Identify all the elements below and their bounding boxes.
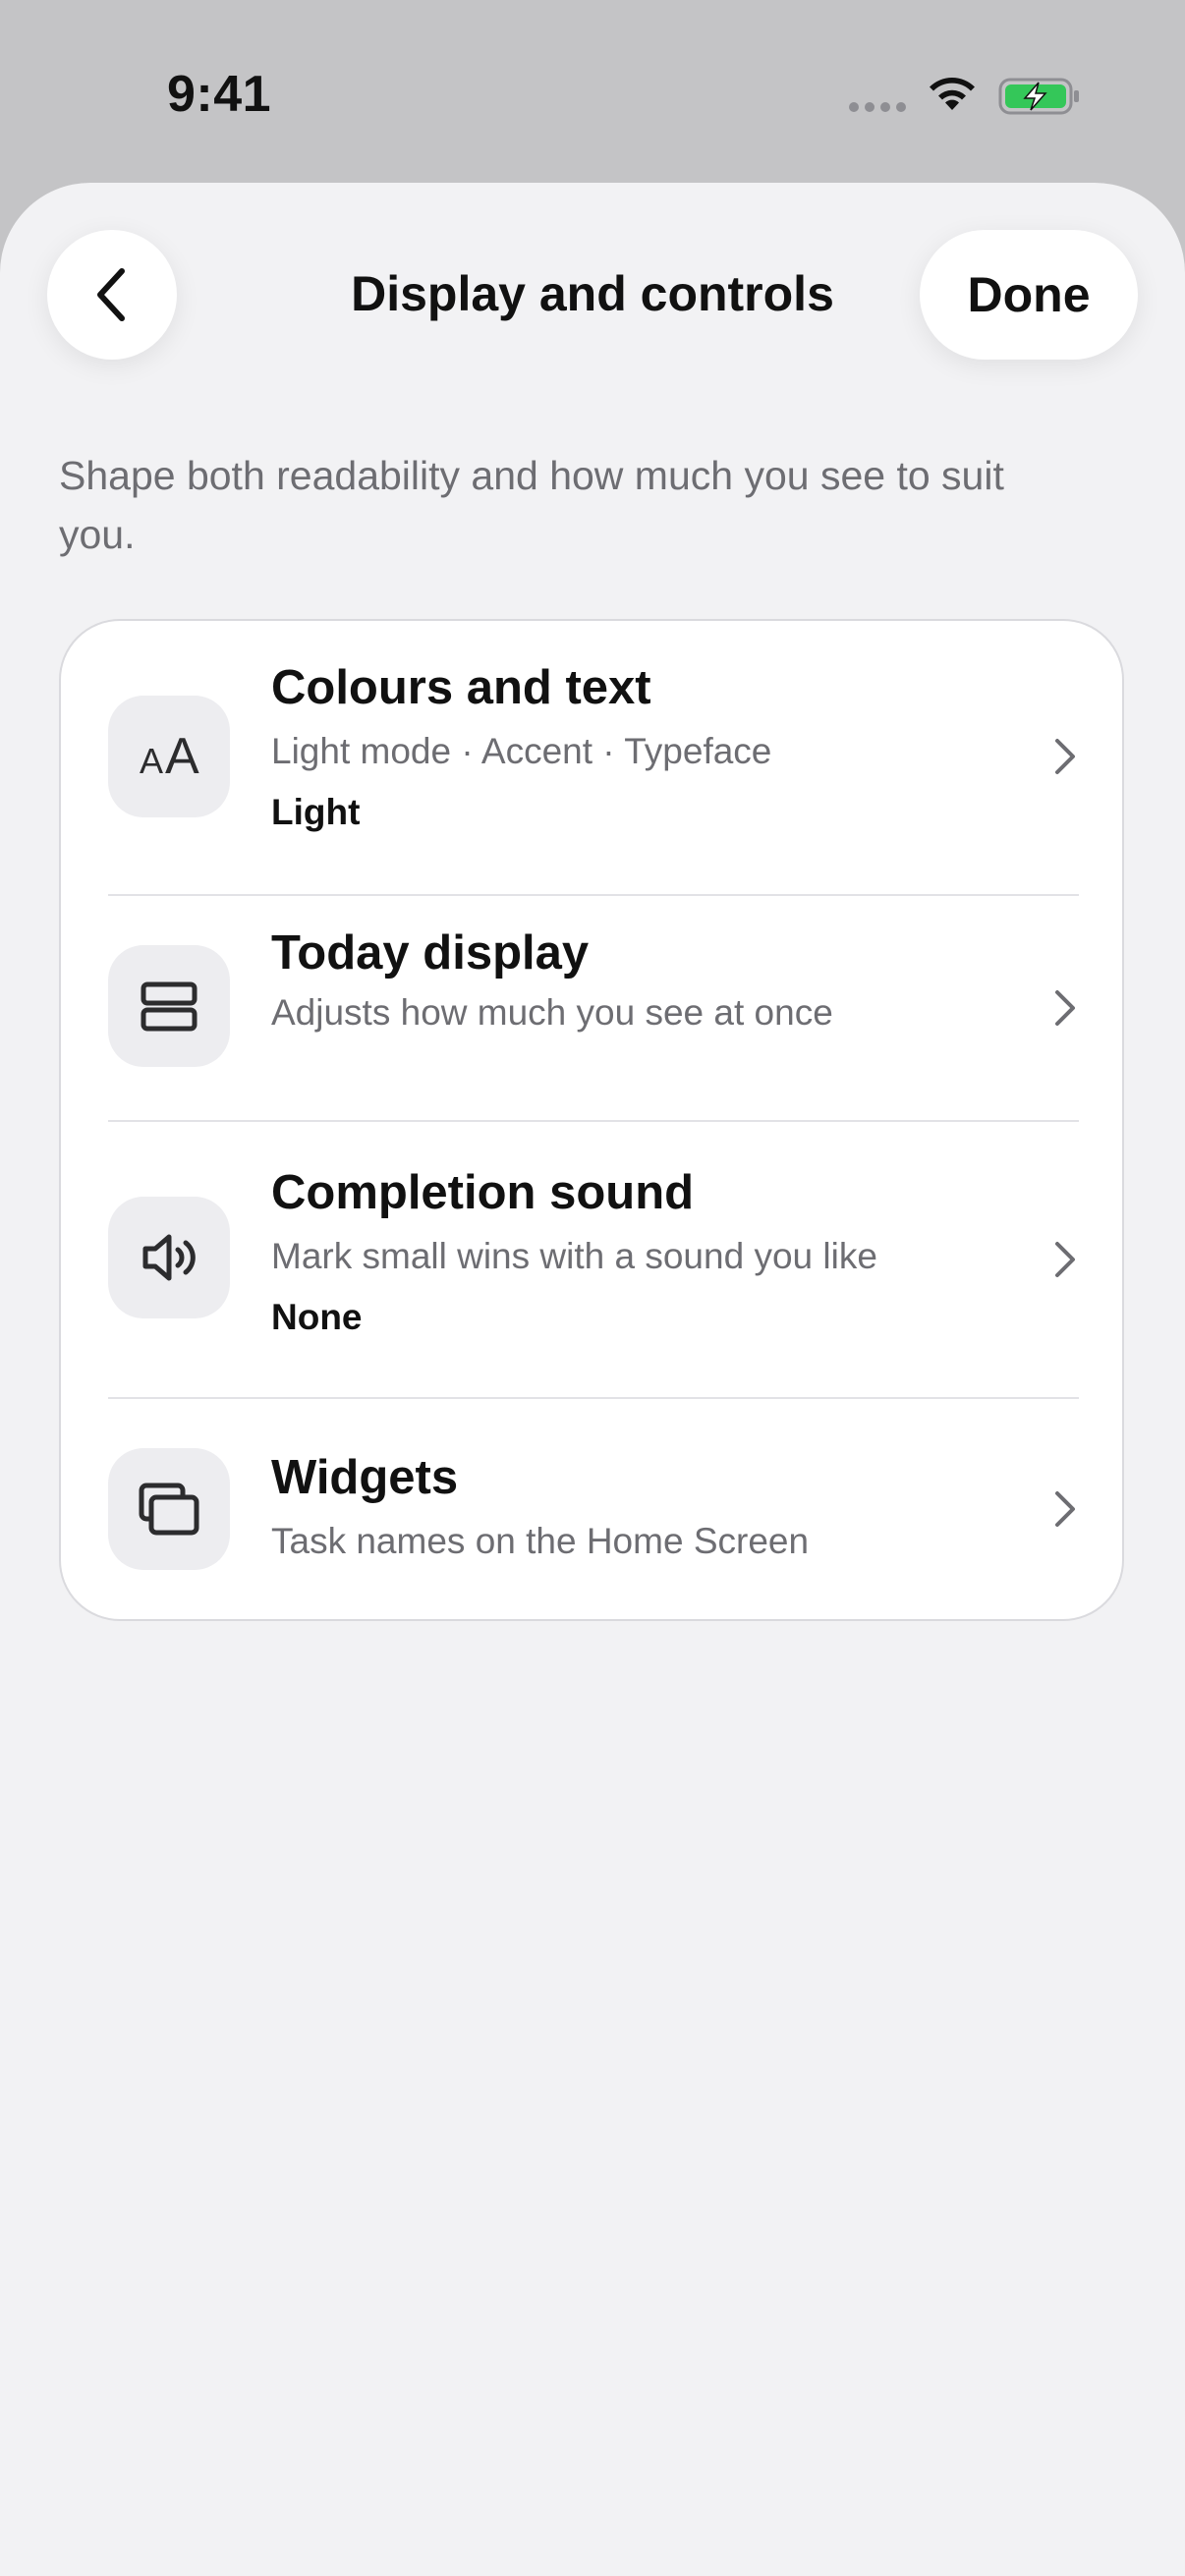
row-subtitle: Task names on the Home Screen [271,1521,810,1561]
settings-card: A A Colours and text Light mode · Accent… [59,619,1124,1621]
row-title: Today display [271,926,590,980]
row-title: Colours and text [271,661,651,714]
chevron-right-icon [1055,739,1075,774]
settings-row-colours-and-text[interactable]: A A Colours and text Light mode · Accent… [61,621,1122,894]
chevron-right-icon [1055,990,1075,1026]
page-description: Shape both readability and how much you … [59,453,1004,557]
settings-row-today-display[interactable]: Today display Adjusts how much you see a… [61,896,1122,1120]
settings-row-widgets[interactable]: Widgets Task names on the Home Screen [61,1399,1122,1619]
page-title: Display and controls [351,266,834,321]
screen: 9:41 Display and controls Done Shape bot… [0,0,1185,2576]
text-size-small-a: A [140,741,163,781]
text-size-icon: A A [108,696,230,817]
back-button[interactable] [47,230,177,360]
text-size-large-a: A [165,728,199,785]
chevron-left-icon [97,268,125,321]
row-subtitle: Mark small wins with a sound you like [271,1236,877,1276]
row-title: Widgets [271,1451,459,1504]
row-subtitle: Adjusts how much you see at once [271,992,833,1033]
status-bar: 9:41 [0,0,1185,187]
chevron-right-icon [1055,1491,1075,1527]
wifi-icon [930,77,975,110]
row-title: Completion sound [271,1166,695,1219]
status-time: 9:41 [167,66,272,123]
row-value: Light [271,792,361,832]
battery-charging-icon [998,78,1079,115]
row-value: None [271,1297,363,1337]
chevron-right-icon [1055,1242,1075,1277]
layout-rows-icon [108,945,230,1067]
settings-row-completion-sound[interactable]: Completion sound Mark small wins with a … [61,1122,1122,1397]
speaker-icon [108,1197,230,1318]
settings-sheet: Display and controls Done Shape both rea… [0,183,1185,2576]
row-subtitle: Light mode · Accent · Typeface [271,731,772,771]
cellular-signal-icon [849,102,906,112]
done-button[interactable]: Done [920,230,1138,360]
widgets-icon [108,1448,230,1570]
navigation-bar: Display and controls Done [0,183,1185,379]
